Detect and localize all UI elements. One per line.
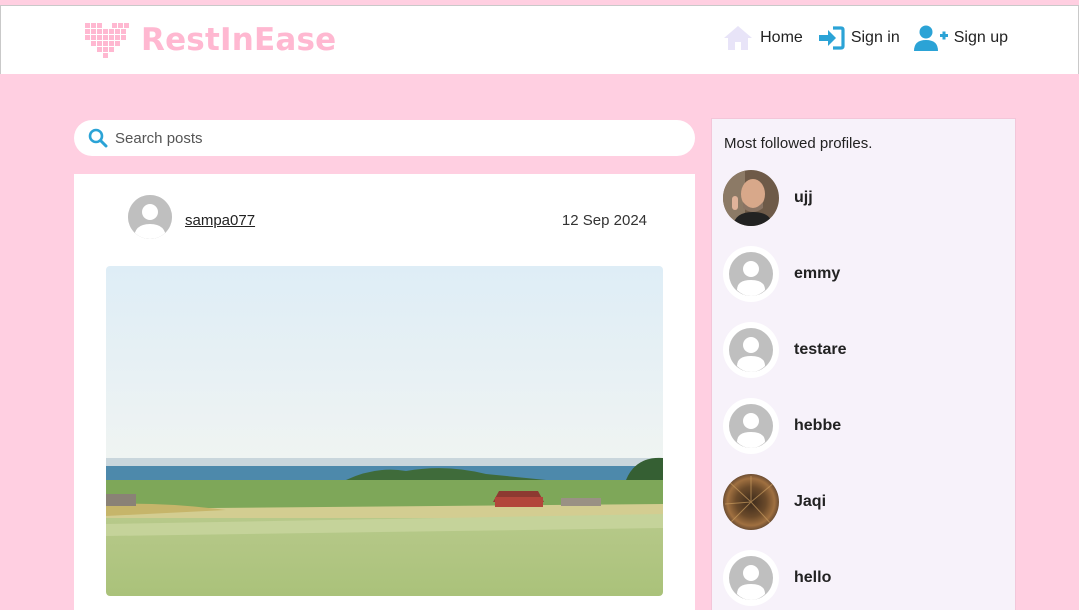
profile-name: Jaqi [794, 493, 827, 510]
post-date: 12 Sep 2024 [561, 212, 647, 229]
navbar: RestInEase Home Sign in Sign up [0, 5, 1079, 74]
profile-item-testare[interactable]: testare [723, 322, 846, 378]
nav-sign-in-label: Sign in [850, 29, 900, 46]
sidebar-title: Most followed profiles. [724, 135, 873, 152]
sign-in-icon [818, 26, 845, 50]
profile-item-jaqi[interactable]: Jaqi [723, 474, 826, 530]
post-image[interactable] [106, 266, 663, 596]
profile-name: emmy [794, 265, 841, 282]
post-author-avatar[interactable] [128, 195, 172, 239]
profile-name: ujj [794, 189, 813, 206]
default-avatar [723, 550, 779, 606]
default-avatar-icon [729, 328, 773, 372]
landscape-photo [106, 266, 663, 596]
abstract-photo [723, 474, 779, 530]
default-avatar-icon [729, 404, 773, 448]
brand-logo[interactable]: RestInEase [83, 20, 336, 60]
profile-name: hello [794, 569, 832, 586]
nav-home-label: Home [760, 29, 803, 46]
default-avatar-icon [729, 556, 773, 600]
nav-sign-in-link[interactable]: Sign in [817, 25, 900, 51]
house-icon [724, 26, 753, 50]
post-card: sampa077 12 Sep 2024 [74, 174, 695, 610]
profile-item-emmy[interactable]: emmy [723, 246, 840, 302]
nav-links: Home Sign in Sign up [722, 24, 1008, 52]
user-plus-icon [913, 25, 948, 51]
search-bar [74, 120, 695, 156]
default-avatar [723, 322, 779, 378]
nav-sign-up-label: Sign up [953, 29, 1008, 46]
default-avatar-icon [729, 252, 773, 296]
search-input[interactable] [115, 129, 655, 147]
default-avatar [723, 398, 779, 454]
brand-name: RestInEase [141, 22, 337, 58]
search-icon [88, 128, 108, 148]
person-photo [723, 170, 779, 226]
profile-item-ujj[interactable]: ujj [723, 170, 813, 226]
nav-home-link[interactable]: Home [722, 24, 803, 52]
profile-item-hebbe[interactable]: hebbe [723, 398, 841, 454]
most-followed-sidebar: Most followed profiles. ujj emmy testare… [711, 118, 1016, 610]
default-avatar [723, 246, 779, 302]
profile-photo-avatar [723, 170, 779, 226]
nav-sign-up-link[interactable]: Sign up [913, 24, 1008, 52]
default-avatar-icon [128, 195, 172, 239]
pixel-heart-icon [85, 23, 129, 58]
profile-name: testare [794, 341, 847, 358]
profile-name: hebbe [794, 417, 842, 434]
profile-photo-avatar [723, 474, 779, 530]
post-author-link[interactable]: sampa077 [185, 212, 255, 229]
profile-item-hello[interactable]: hello [723, 550, 831, 606]
